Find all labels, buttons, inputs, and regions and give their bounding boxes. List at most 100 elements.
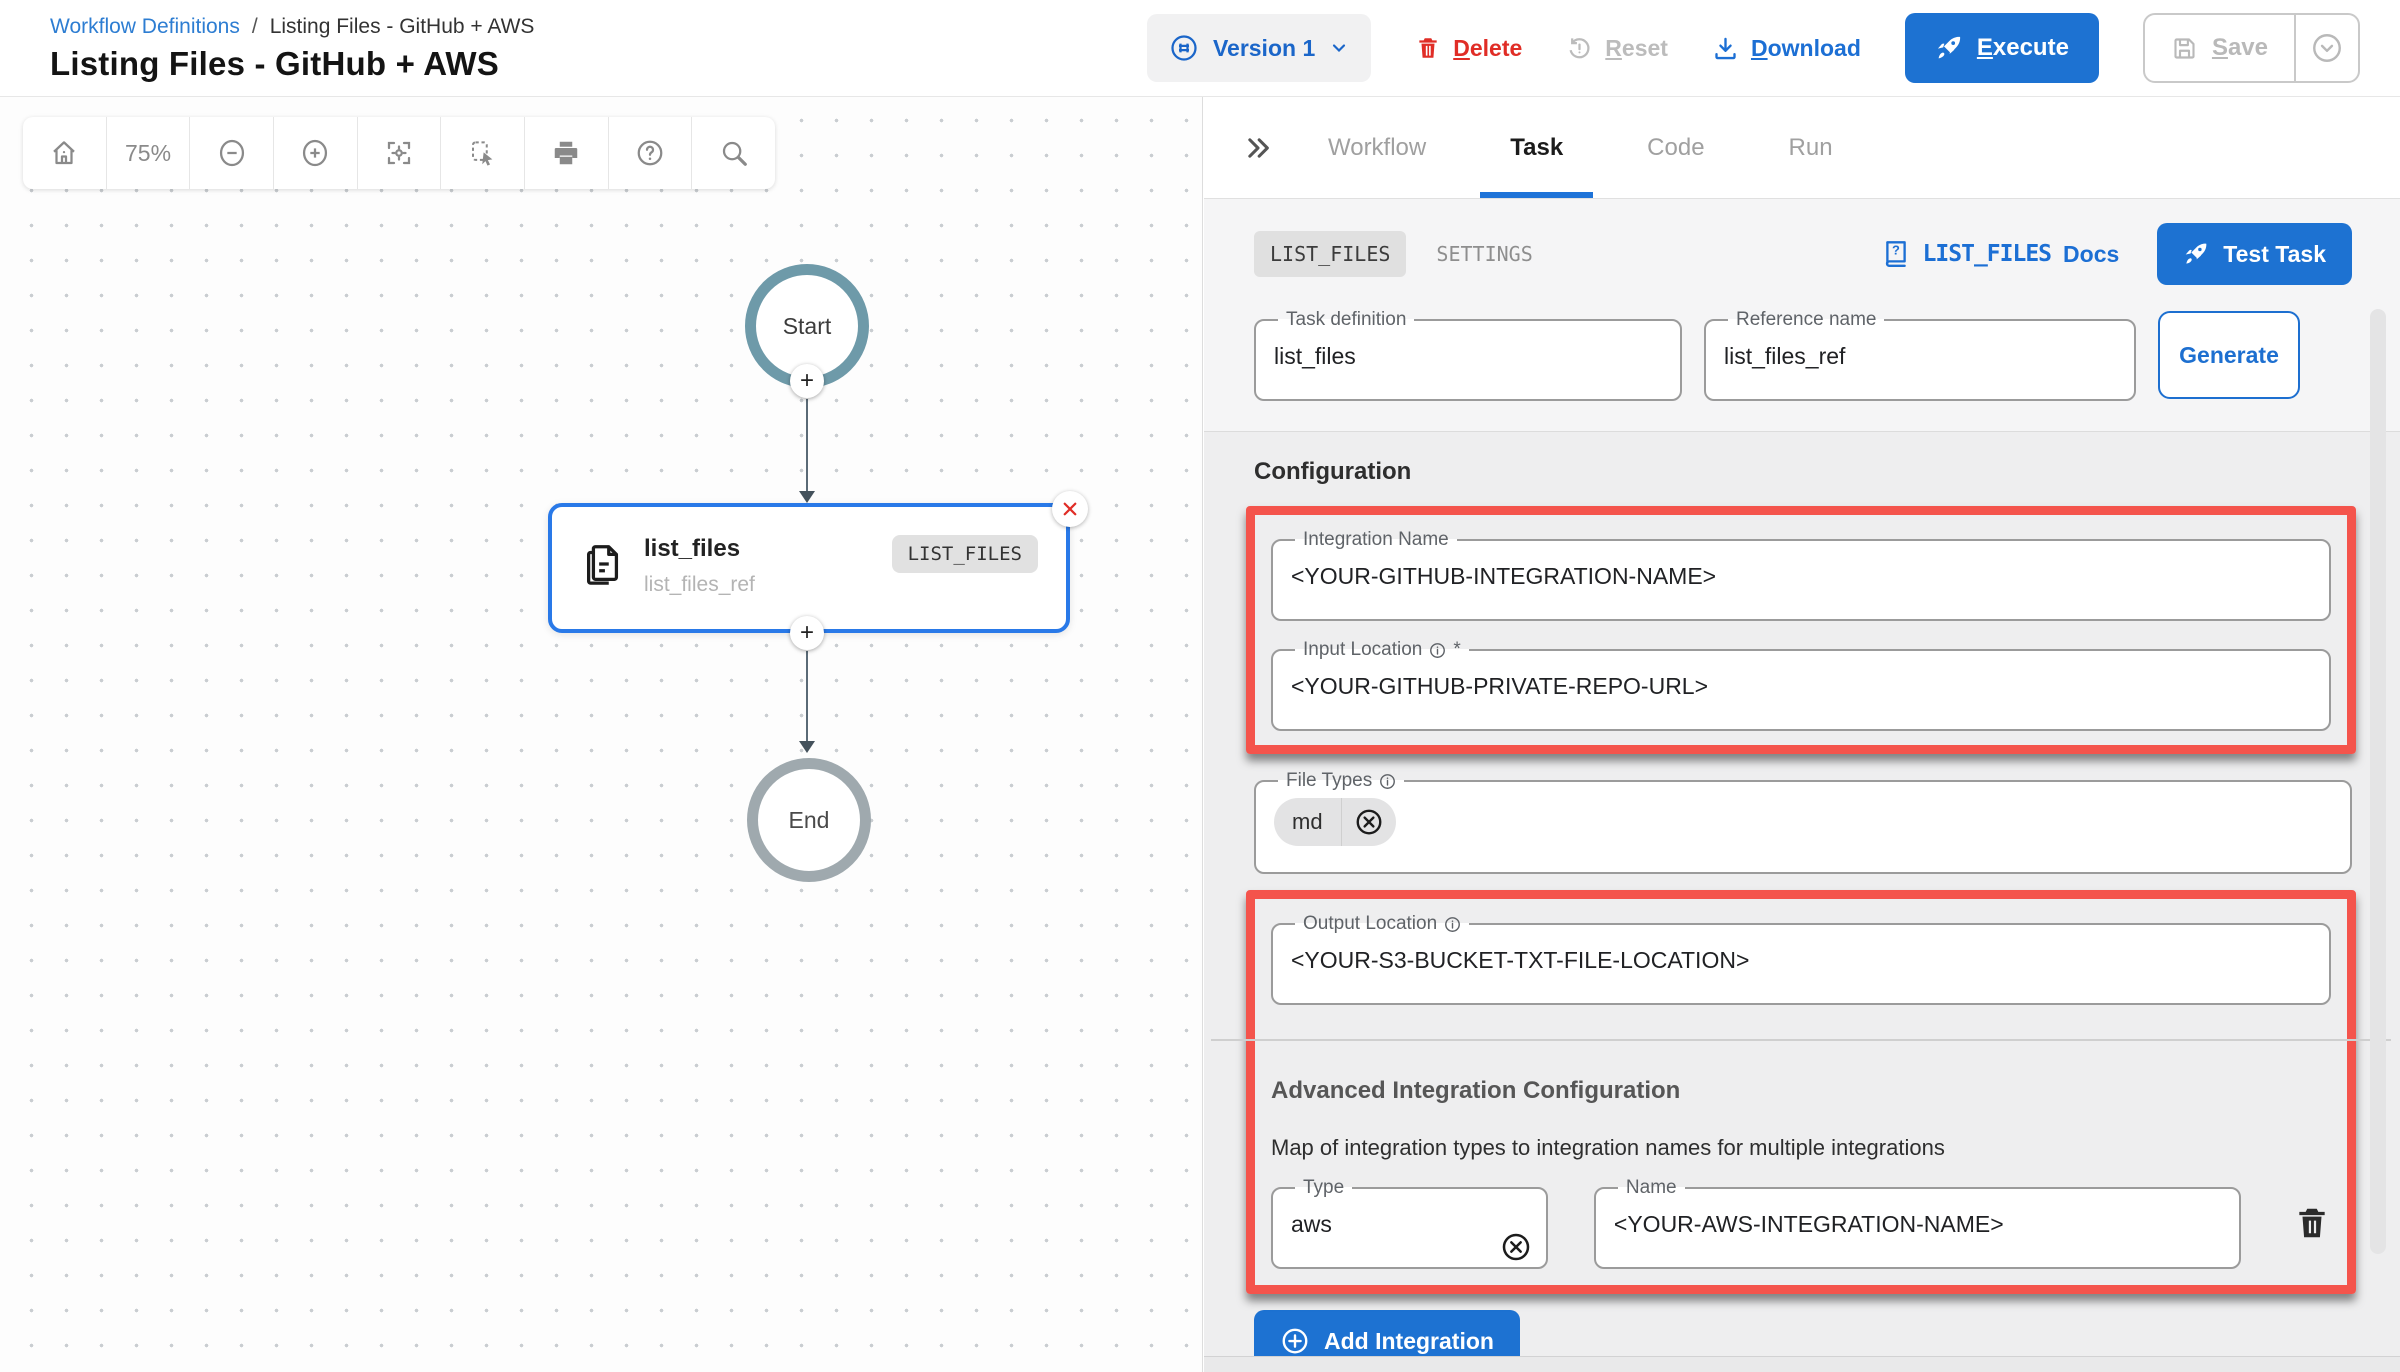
file-types-label: File Types — [1286, 770, 1372, 792]
download-icon — [1712, 35, 1739, 62]
plus-circle-icon — [1280, 1326, 1310, 1356]
reference-name-value[interactable]: list_files_ref — [1724, 335, 2116, 370]
header-left: Workflow Definitions / Listing Files - G… — [50, 13, 534, 83]
save-more-button[interactable] — [2296, 15, 2358, 81]
zoom-level-indicator[interactable]: 75% — [107, 117, 191, 189]
double-chevron-right-icon — [1244, 134, 1272, 162]
end-node[interactable]: End — [747, 758, 871, 882]
integration-map-name-value[interactable]: <YOUR-AWS-INTEGRATION-NAME> — [1614, 1203, 2221, 1238]
file-types-field[interactable]: File Types md — [1254, 770, 2352, 874]
save-button[interactable]: Save — [2145, 15, 2294, 81]
app-header: Workflow Definitions / Listing Files - G… — [0, 0, 2400, 97]
circle-x-icon — [1354, 807, 1384, 837]
integration-type-field[interactable]: Type aws — [1271, 1177, 1548, 1269]
integration-type-value[interactable]: aws — [1291, 1203, 1528, 1238]
marquee-select-button[interactable] — [441, 117, 525, 189]
zoom-in-button[interactable] — [274, 117, 358, 189]
advanced-configuration-heading: Advanced Integration Configuration — [1271, 1077, 2331, 1105]
integration-name-value[interactable]: <YOUR-GITHUB-INTEGRATION-NAME> — [1291, 555, 2311, 590]
plus-icon: + — [800, 369, 814, 393]
reset-button[interactable]: Reset — [1566, 35, 1668, 62]
download-button[interactable]: Download — [1712, 35, 1861, 62]
delete-integration-row-button[interactable] — [2293, 1203, 2331, 1243]
add-task-connector-bottom[interactable]: + — [790, 616, 824, 650]
advanced-configuration-description: Map of integration types to integration … — [1271, 1135, 2331, 1161]
section-divider — [1211, 1039, 2391, 1041]
integration-type-label: Type — [1303, 1177, 1344, 1199]
reference-name-label: Reference name — [1736, 309, 1876, 331]
generate-button[interactable]: Generate — [2158, 311, 2300, 399]
configuration-heading: Configuration — [1254, 458, 2352, 486]
required-asterisk: * — [1453, 639, 1460, 661]
tab-workflow[interactable]: Workflow — [1286, 97, 1468, 198]
task-type-badge: LIST_FILES — [892, 535, 1038, 573]
breadcrumb: Workflow Definitions / Listing Files - G… — [50, 15, 534, 39]
search-button[interactable] — [692, 117, 775, 189]
panel-tab-bar: Workflow Task Code Run — [1204, 97, 2400, 199]
svg-text:?: ? — [1892, 243, 1900, 258]
chevron-down-icon — [1329, 38, 1349, 58]
test-task-label: Test Task — [2223, 241, 2326, 268]
fit-view-button[interactable] — [358, 117, 442, 189]
test-task-button[interactable]: Test Task — [2157, 223, 2352, 285]
reset-icon — [1566, 35, 1593, 62]
subtab-row: LIST_FILES SETTINGS ? LIST_FILES Docs — [1254, 223, 2352, 285]
delete-button[interactable]: Delete — [1415, 34, 1522, 62]
collapse-panel-button[interactable] — [1230, 134, 1286, 162]
subtab-settings[interactable]: SETTINGS — [1436, 242, 1532, 266]
end-node-label: End — [789, 807, 830, 834]
workflow-canvas[interactable]: 75% — [0, 97, 1203, 1372]
search-icon — [719, 138, 749, 168]
execute-button[interactable]: Execute — [1905, 13, 2099, 83]
edge-task-to-end — [806, 651, 808, 741]
trash-icon — [1415, 34, 1441, 62]
print-button[interactable] — [525, 117, 609, 189]
output-location-field[interactable]: Output Location <YOUR-S3-BUCKET-TXT-FILE… — [1271, 913, 2331, 1005]
trash-icon — [2293, 1203, 2331, 1243]
tab-run[interactable]: Run — [1747, 97, 1875, 198]
file-type-chip-label: md — [1274, 809, 1341, 835]
input-location-field[interactable]: Input Location * <YOUR-GITHUB-PRIVATE-RE… — [1271, 639, 2331, 731]
download-label: Download — [1751, 35, 1861, 62]
circle-x-icon — [1500, 1231, 1532, 1263]
integration-name-field[interactable]: Integration Name <YOUR-GITHUB-INTEGRATIO… — [1271, 529, 2331, 621]
task-definition-value[interactable]: list_files — [1274, 335, 1662, 370]
save-label: Save — [2212, 34, 2268, 62]
add-task-connector-top[interactable]: + — [790, 364, 824, 398]
save-split-button: Save — [2143, 13, 2360, 83]
docs-link-task-name: LIST_FILES — [1923, 241, 2051, 267]
tab-task[interactable]: Task — [1468, 97, 1605, 198]
task-definition-field[interactable]: Task definition list_files — [1254, 309, 1682, 401]
home-button[interactable] — [23, 117, 107, 189]
task-node-reference: list_files_ref — [644, 573, 755, 597]
clear-type-button[interactable] — [1500, 1231, 1532, 1263]
input-location-value[interactable]: <YOUR-GITHUB-PRIVATE-REPO-URL> — [1291, 665, 2311, 700]
info-icon — [1444, 916, 1461, 933]
reference-name-field[interactable]: Reference name list_files_ref — [1704, 309, 2136, 401]
reset-label: Reset — [1605, 35, 1668, 62]
integration-name-map-field[interactable]: Name <YOUR-AWS-INTEGRATION-NAME> — [1594, 1177, 2241, 1269]
print-icon — [551, 138, 581, 168]
rocket-icon — [1935, 34, 1963, 62]
panel-scrollbar[interactable] — [2370, 309, 2386, 1254]
task-node-list-files[interactable]: list_files list_files_ref LIST_FILES — [548, 503, 1070, 633]
subtab-task-type[interactable]: LIST_FILES — [1254, 231, 1406, 277]
remove-chip-button[interactable] — [1342, 807, 1396, 837]
version-dropdown[interactable]: Version 1 — [1147, 14, 1371, 82]
zoom-in-icon — [299, 137, 331, 169]
input-location-label: Input Location — [1303, 639, 1422, 661]
help-icon — [635, 138, 665, 168]
zoom-out-button[interactable] — [190, 117, 274, 189]
output-location-value[interactable]: <YOUR-S3-BUCKET-TXT-FILE-LOCATION> — [1291, 939, 2311, 974]
breadcrumb-link-workflow-definitions[interactable]: Workflow Definitions — [50, 15, 240, 39]
edge-arrowhead — [799, 491, 815, 503]
home-icon — [49, 138, 79, 168]
floppy-icon — [2171, 35, 2198, 62]
tab-run-label: Run — [1789, 134, 1833, 162]
help-button[interactable] — [609, 117, 693, 189]
task-docs-link[interactable]: ? LIST_FILES Docs — [1881, 238, 2120, 270]
tab-code[interactable]: Code — [1605, 97, 1746, 198]
header-actions: Version 1 Delete Reset Download Execute — [1147, 13, 2360, 83]
remove-task-button[interactable] — [1052, 491, 1088, 527]
canvas-toolbar: 75% — [23, 117, 775, 189]
